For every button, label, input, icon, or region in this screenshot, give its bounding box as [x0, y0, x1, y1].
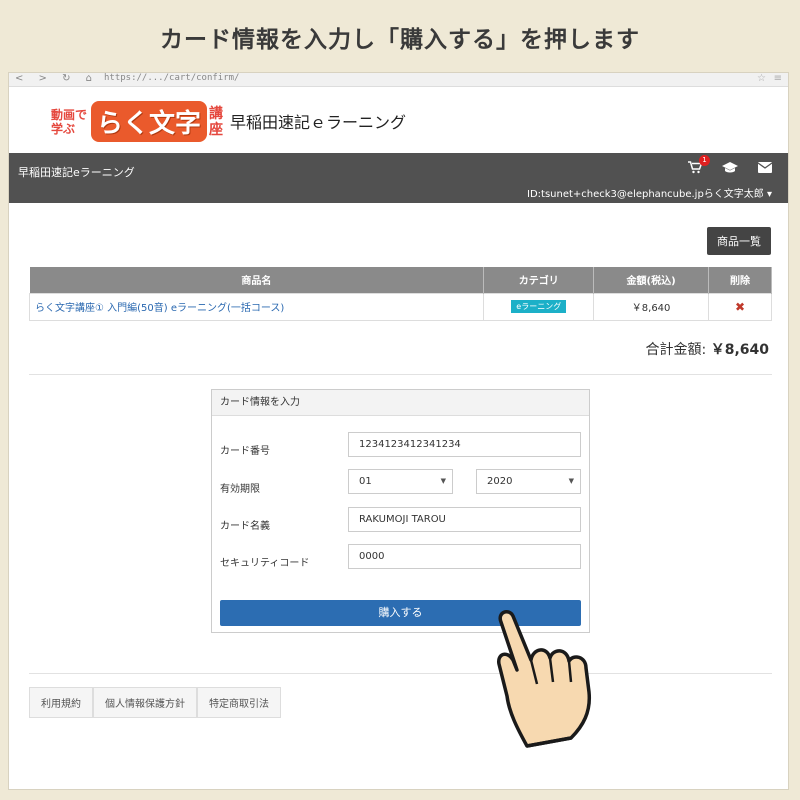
user-account-menu[interactable]: ID:tsunet+check3@elephancube.jpらく文字太郎 ▾: [527, 185, 772, 200]
product-list-button[interactable]: 商品一覧: [707, 227, 771, 255]
browser-menu-icon[interactable]: ≡: [774, 73, 782, 84]
bookmark-star-icon[interactable]: ☆: [757, 73, 766, 84]
footer-link-commerce-law[interactable]: 特定商取引法: [197, 687, 281, 718]
browser-window: < > ↻ ⌂ https://.../cart/confirm/ ☆ ≡ 動画…: [8, 72, 789, 790]
site-header: 動画で学ぶ らく文字 講座 早稲田速記ｅラーニング: [9, 87, 788, 153]
logo-tagline: 動画で学ぶ: [51, 107, 88, 136]
site-logo[interactable]: 動画で学ぶ らく文字 講座: [51, 101, 227, 142]
total-label: 合計金額:: [645, 342, 707, 358]
url-text[interactable]: https://.../cart/confirm/: [104, 73, 239, 83]
product-name-link[interactable]: らく文字講座① 入門編(50音) eラーニング(一括コース): [28, 292, 485, 321]
logo-main-text: らく文字: [91, 101, 208, 142]
delete-cell: ✖: [708, 292, 772, 321]
price-cell: ￥8,640: [593, 292, 710, 321]
card-holder-input[interactable]: RAKUMOJI TAROU: [348, 507, 581, 532]
category-cell: eラーニング: [483, 292, 595, 321]
total-amount: 合計金額: ￥8,640: [646, 339, 769, 359]
top-navbar: 早稲田速記eラーニング 1 ID:tsunet+check3@elephancu…: [9, 153, 788, 203]
logo-suffix: 講座: [209, 105, 224, 138]
category-badge: eラーニング: [511, 300, 567, 313]
graduation-cap-icon[interactable]: [722, 161, 738, 178]
footer-link-privacy[interactable]: 個人情報保護方針: [93, 687, 197, 718]
cart-header-row: 商品名 カテゴリ 金額(税込) 削除: [29, 267, 772, 293]
footer-link-terms[interactable]: 利用規約: [29, 687, 93, 718]
table-row: らく文字講座① 入門編(50音) eラーニング(一括コース) eラーニング ￥8…: [28, 292, 772, 321]
card-number-label: カード番号: [220, 446, 270, 457]
security-code-label: セキュリティコード: [220, 558, 310, 569]
divider: [29, 673, 772, 674]
tutorial-caption: カード情報を入力し「購入する」を押します: [160, 27, 640, 53]
expiry-month-value: 01: [359, 476, 372, 487]
cart-table: 商品名 カテゴリ 金額(税込) 削除 らく文字講座① 入門編(50音) eラーニ…: [28, 267, 772, 321]
main-content: 商品一覧 商品名 カテゴリ 金額(税込) 削除 らく文字講座① 入門編(50音)…: [9, 203, 788, 789]
footer-links: 利用規約 個人情報保護方針 特定商取引法: [29, 687, 281, 718]
navbar-brand[interactable]: 早稲田速記eラーニング: [18, 164, 135, 180]
security-code-input[interactable]: 0000: [348, 544, 581, 569]
navbar-icons: 1: [688, 155, 773, 178]
expiry-month-select[interactable]: 01: [348, 469, 453, 494]
card-number-input[interactable]: 1234123412341234: [348, 432, 581, 457]
col-header-price: 金額(税込): [593, 267, 710, 293]
total-value: ￥8,640: [710, 342, 769, 358]
address-bar[interactable]: < > ↻ ⌂ https://.../cart/confirm/ ☆ ≡: [9, 73, 788, 87]
col-header-product: 商品名: [29, 267, 485, 293]
site-name: 早稲田速記ｅラーニング: [230, 113, 407, 132]
pointing-hand-icon: [487, 608, 607, 748]
mail-icon[interactable]: [757, 162, 773, 177]
col-header-category: カテゴリ: [483, 267, 595, 293]
card-panel-title: カード情報を入力: [212, 390, 589, 416]
card-info-panel: カード情報を入力 カード番号 1234123412341234 有効期限 01 …: [211, 389, 590, 633]
delete-icon[interactable]: ✖: [735, 300, 745, 314]
expiry-year-value: 2020: [487, 476, 513, 487]
cart-count-badge: 1: [699, 155, 710, 166]
cart-icon[interactable]: 1: [688, 155, 710, 178]
divider: [29, 374, 772, 375]
expiry-label: 有効期限: [220, 484, 260, 495]
expiry-year-select[interactable]: 2020: [476, 469, 581, 494]
col-header-delete: 削除: [708, 267, 772, 293]
browser-nav-icons[interactable]: < > ↻ ⌂: [15, 73, 98, 84]
card-holder-label: カード名義: [220, 521, 270, 532]
